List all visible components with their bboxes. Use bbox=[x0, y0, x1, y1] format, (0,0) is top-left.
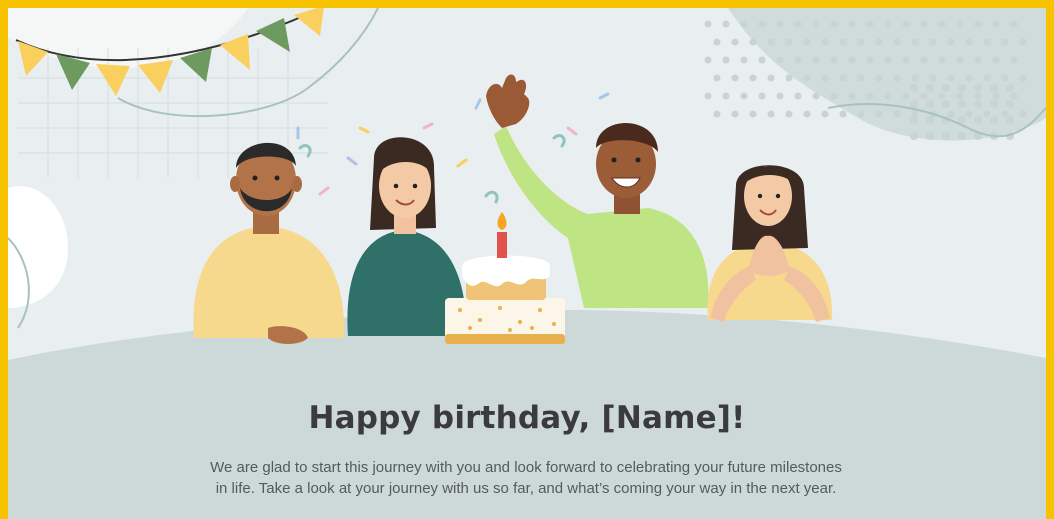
greeting-heading: Happy birthday, [Name]! bbox=[308, 400, 746, 436]
birthday-illustration bbox=[8, 8, 1046, 519]
email-frame: Happy birthday, [Name]! We are glad to s… bbox=[0, 0, 1054, 519]
greeting-message: We are glad to start this journey with y… bbox=[210, 459, 842, 497]
